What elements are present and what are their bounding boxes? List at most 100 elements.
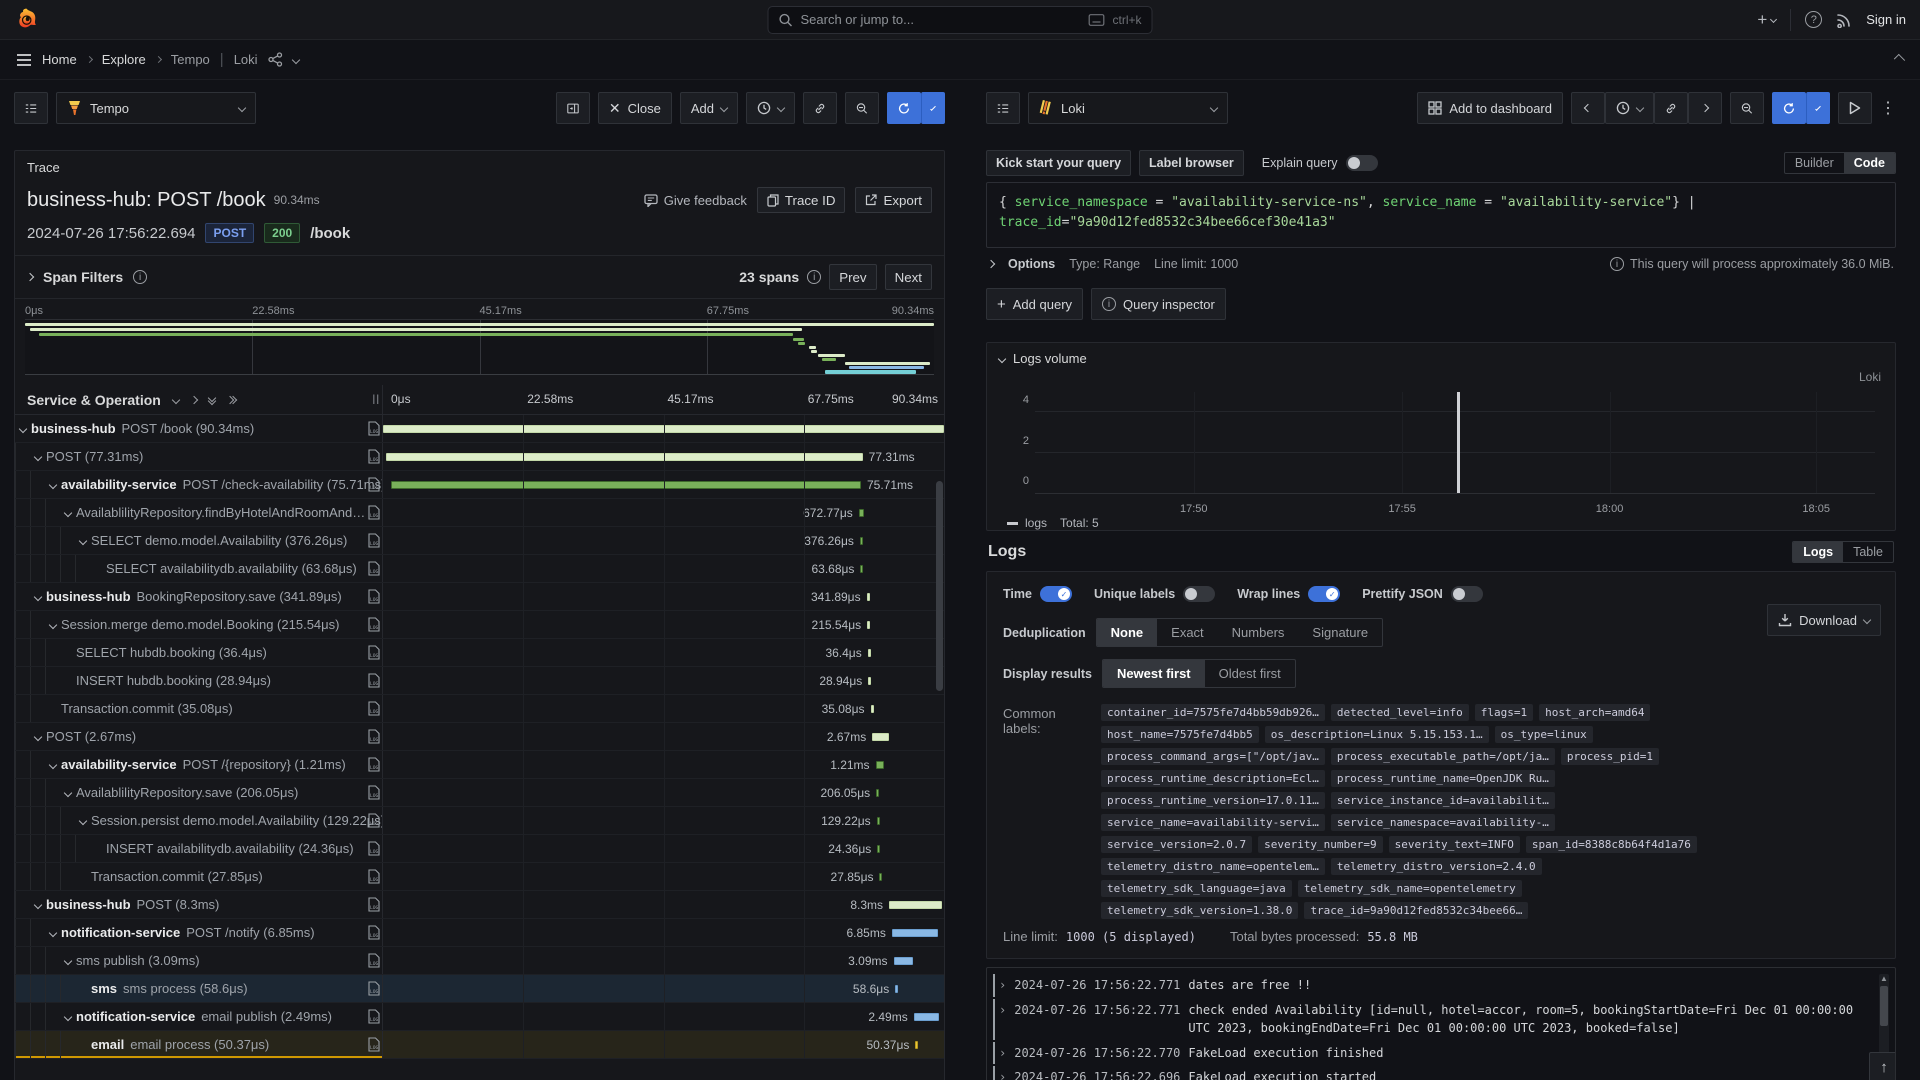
collapse-top-icon[interactable] — [1894, 54, 1905, 65]
add-button[interactable]: Add — [680, 92, 738, 124]
span-log-icon[interactable]: LOG — [368, 925, 380, 943]
span-bar[interactable] — [892, 929, 938, 937]
log-expand-icon[interactable]: › — [999, 1044, 1006, 1063]
close-pane-button[interactable]: ✕Close — [598, 92, 672, 124]
span-log-icon[interactable]: LOG — [368, 813, 380, 831]
span-bar[interactable] — [386, 453, 863, 461]
span-expand-icon[interactable] — [79, 816, 87, 824]
log-row[interactable]: ›2024-07-26 17:56:22.770FakeLoad executi… — [993, 1042, 1869, 1065]
export-button[interactable]: Export — [855, 187, 932, 213]
trace-minimap[interactable] — [25, 319, 934, 375]
breadcrumb-explore[interactable]: Explore — [102, 52, 146, 67]
span-bar[interactable] — [871, 705, 874, 713]
expand-all-icon[interactable] — [227, 397, 236, 403]
log-expand-icon[interactable]: › — [999, 1001, 1006, 1038]
span-bar[interactable] — [876, 761, 884, 769]
zoom-out-icon[interactable] — [845, 92, 879, 124]
span-expand-icon[interactable] — [34, 592, 42, 600]
query-mode-builder[interactable]: Builder — [1785, 153, 1844, 173]
span-expand-icon[interactable] — [64, 788, 72, 796]
span-log-icon[interactable]: LOG — [368, 1037, 380, 1055]
time-picker-button[interactable] — [746, 92, 795, 124]
refresh-interval-caret[interactable] — [921, 92, 945, 124]
span-expand-icon[interactable] — [79, 536, 87, 544]
loki-datasource-picker[interactable]: Loki — [1028, 92, 1228, 124]
label-browser-button[interactable]: Label browser — [1139, 150, 1244, 176]
span-log-icon[interactable]: LOG — [368, 505, 380, 523]
span-bar[interactable] — [914, 1013, 939, 1021]
log-row[interactable]: ›2024-07-26 17:56:22.771dates are free !… — [993, 974, 1869, 997]
span-bar[interactable] — [877, 845, 880, 853]
breadcrumb-home[interactable]: Home — [42, 52, 77, 67]
span-log-icon[interactable]: LOG — [368, 869, 380, 887]
grafana-logo[interactable] — [14, 7, 39, 32]
span-expand-icon[interactable] — [64, 508, 72, 516]
span-bar[interactable] — [915, 1041, 918, 1049]
span-expand-icon[interactable] — [49, 480, 57, 488]
collapse-one-icon[interactable] — [172, 395, 180, 403]
toggle-unique-labels[interactable]: Unique labels — [1094, 586, 1215, 602]
collapse-all-icon[interactable] — [209, 395, 215, 404]
span-log-icon[interactable]: LOG — [368, 673, 380, 691]
logs-view-table[interactable]: Table — [1843, 542, 1893, 562]
pane-splitter[interactable] — [945, 92, 986, 1080]
span-log-icon[interactable]: LOG — [368, 449, 380, 467]
span-log-icon[interactable]: LOG — [368, 785, 380, 803]
span-log-icon[interactable]: LOG — [368, 561, 380, 579]
next-span-button[interactable]: Next — [885, 264, 932, 290]
toggle-wrap-lines[interactable]: Wrap lines✓ — [1237, 586, 1340, 602]
sign-in-button[interactable]: Sign in — [1866, 12, 1906, 27]
span-filters-expand-icon[interactable] — [26, 273, 34, 281]
span-expand-icon[interactable] — [34, 732, 42, 740]
time-picker-button[interactable] — [1605, 92, 1654, 124]
link-icon[interactable] — [1654, 92, 1688, 124]
add-query-button[interactable]: +Add query — [986, 288, 1083, 320]
span-log-icon[interactable]: LOG — [368, 729, 380, 747]
dedup-exact[interactable]: Exact — [1157, 619, 1218, 646]
span-bar[interactable] — [867, 593, 870, 601]
query-history-icon[interactable] — [986, 92, 1020, 124]
add-to-dashboard-button[interactable]: Add to dashboard — [1417, 92, 1563, 124]
volume-bar[interactable] — [1457, 392, 1460, 493]
span-bar[interactable] — [391, 481, 861, 489]
share-shortlink-icon[interactable] — [268, 52, 283, 67]
time-back-icon[interactable] — [1571, 92, 1605, 124]
span-bar[interactable] — [860, 565, 863, 573]
menu-icon[interactable] — [16, 53, 32, 67]
scroll-to-top-button[interactable]: ↑ — [1869, 1052, 1896, 1080]
link-icon[interactable] — [803, 92, 837, 124]
span-bar[interactable] — [877, 817, 880, 825]
span-bar[interactable] — [868, 677, 871, 685]
query-editor[interactable]: { service_namespace = "availability-serv… — [986, 182, 1896, 248]
query-history-icon[interactable] — [14, 92, 48, 124]
log-expand-icon[interactable]: › — [999, 976, 1006, 995]
logs-volume-collapse-icon[interactable] — [998, 354, 1006, 362]
span-expand-icon[interactable] — [49, 760, 57, 768]
refresh-button[interactable] — [1772, 92, 1806, 124]
trace-id-button[interactable]: Trace ID — [757, 187, 846, 213]
span-log-icon[interactable]: LOG — [368, 617, 380, 635]
search-input[interactable]: Search or jump to... ctrl+k — [768, 6, 1153, 34]
span-log-icon[interactable]: LOG — [368, 645, 380, 663]
span-bar[interactable] — [868, 649, 871, 657]
dedup-none[interactable]: None — [1097, 619, 1158, 646]
kick-start-button[interactable]: Kick start your query — [986, 150, 1131, 176]
options-expand-icon[interactable] — [987, 260, 995, 268]
toggle-time[interactable]: Time✓ — [1003, 586, 1072, 602]
span-bar[interactable] — [894, 957, 914, 965]
refresh-interval-caret[interactable] — [1806, 92, 1830, 124]
span-bar[interactable] — [872, 733, 889, 741]
span-log-icon[interactable]: LOG — [368, 1009, 380, 1027]
span-log-icon[interactable]: LOG — [368, 421, 380, 439]
breadcrumb-caret-icon[interactable] — [291, 55, 299, 63]
log-row[interactable]: ›2024-07-26 17:56:22.696FakeLoad executi… — [993, 1066, 1869, 1080]
give-feedback-button[interactable]: Give feedback — [644, 193, 747, 208]
dedup-signature[interactable]: Signature — [1298, 619, 1382, 646]
split-view-icon[interactable] — [556, 92, 590, 124]
logs-volume-legend[interactable]: logs Total: 5 — [1007, 516, 1099, 530]
query-inspector-button[interactable]: iQuery inspector — [1091, 288, 1226, 320]
span-bar[interactable] — [895, 985, 898, 993]
span-bar[interactable] — [867, 621, 870, 629]
toggle-prettify-json[interactable]: Prettify JSON — [1362, 586, 1483, 602]
display-oldest-first[interactable]: Oldest first — [1205, 660, 1295, 687]
